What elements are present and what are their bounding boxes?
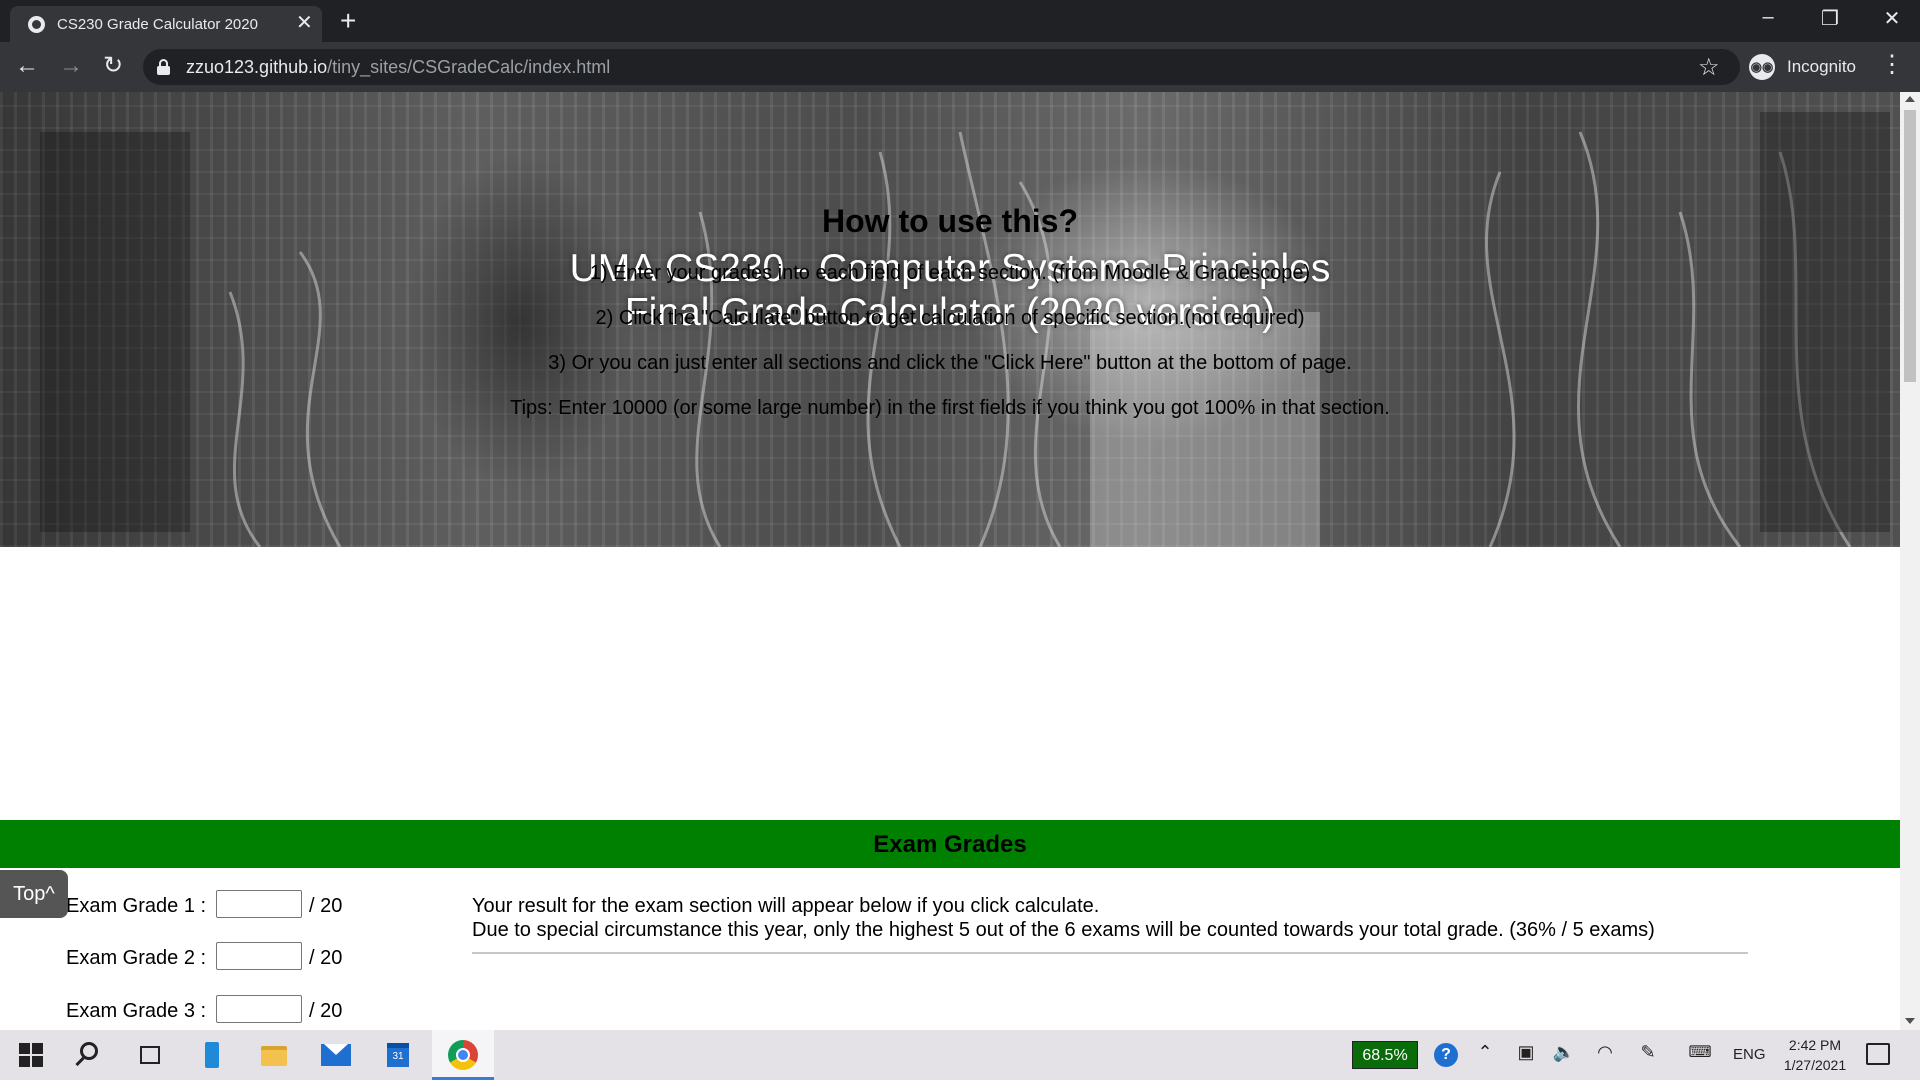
howto-step-1: 1) Enter your grades into each field of … <box>589 262 1311 284</box>
howto-tips: Tips: Enter 10000 (or some large number)… <box>510 397 1390 419</box>
taskbar-app-phone[interactable] <box>181 1030 243 1080</box>
exam-grade-3-label: Exam Grade 3 : <box>66 1000 207 1022</box>
browser-toolbar: ← → ↻ zzuo123.github.io/tiny_sites/CSGra… <box>0 42 1920 92</box>
exam-grade-1-label: Exam Grade 1 : <box>66 895 207 917</box>
folder-icon <box>261 1046 287 1066</box>
taskbar-search-button[interactable] <box>58 1030 120 1080</box>
site-favicon-icon <box>28 16 45 33</box>
bookmark-star-icon[interactable]: ☆ <box>1698 53 1720 82</box>
exam-result-text: Your result for the exam section will ap… <box>472 894 1655 942</box>
tab-title: CS230 Grade Calculator 2020 <box>57 16 258 33</box>
taskbar-clock[interactable]: 2:42 PM 1/27/2021 <box>1770 1035 1860 1075</box>
reload-icon[interactable]: ↻ <box>96 50 130 84</box>
task-view-button[interactable] <box>119 1030 181 1080</box>
scrollbar-thumb[interactable] <box>1904 110 1916 382</box>
taskbar-app-chrome[interactable] <box>432 1030 494 1080</box>
exam-grade-1-input[interactable] <box>216 890 302 918</box>
show-hidden-icons-chevron-icon[interactable]: ⌃ <box>1470 1042 1500 1063</box>
window-minimize-icon[interactable]: – <box>1753 6 1783 29</box>
incognito-label: Incognito <box>1787 57 1856 76</box>
page-viewport: UMA CS230 - Computer Systems Principles … <box>0 92 1900 1030</box>
browser-tab-active[interactable]: CS230 Grade Calculator 2020 ✕ <box>10 6 322 42</box>
windows-logo-icon <box>19 1043 43 1067</box>
browser-tab-strip: CS230 Grade Calculator 2020 ✕ + – ❐ ✕ <box>0 0 1920 42</box>
exam-result-line2: Due to special circumstance this year, o… <box>472 919 1655 941</box>
mail-icon <box>321 1044 351 1066</box>
forward-arrow-icon[interactable]: → <box>54 50 88 84</box>
exam-section-title: Exam Grades <box>873 831 1027 858</box>
scroll-up-arrow-icon[interactable] <box>1905 96 1915 102</box>
exam-grade-2-max: / 20 <box>309 947 343 969</box>
tray-app-icon[interactable]: ▣ <box>1511 1042 1541 1063</box>
start-button[interactable] <box>0 1030 62 1080</box>
window-restore-icon[interactable]: ❐ <box>1815 6 1845 31</box>
lock-icon[interactable] <box>157 59 170 75</box>
exam-grade-2-input[interactable] <box>216 942 302 970</box>
clock-time: 2:42 PM <box>1788 1037 1842 1053</box>
url-host: zzuo123.github.io <box>186 57 328 77</box>
clock-date: 1/27/2021 <box>1783 1057 1847 1073</box>
url-text[interactable]: zzuo123.github.io/tiny_sites/CSGradeCalc… <box>186 57 610 78</box>
tab-close-icon[interactable]: ✕ <box>296 13 313 33</box>
exam-section-header: Exam Grades <box>0 820 1900 868</box>
calendar-icon: 31 <box>387 1043 409 1067</box>
exam-grade-1-max: / 20 <box>309 895 343 917</box>
exam-grade-2-label: Exam Grade 2 : <box>66 947 207 969</box>
chrome-icon <box>448 1040 478 1070</box>
scroll-down-arrow-icon[interactable] <box>1905 1018 1915 1024</box>
howto-step-3: 3) Or you can just enter all sections an… <box>548 352 1352 374</box>
taskbar-app-calendar[interactable]: 31 <box>367 1030 429 1080</box>
window-close-icon[interactable]: ✕ <box>1877 6 1907 31</box>
battery-percentage[interactable]: 68.5% <box>1352 1041 1418 1069</box>
back-to-top-button[interactable]: Top^ <box>0 870 68 918</box>
address-bar[interactable]: zzuo123.github.io/tiny_sites/CSGradeCalc… <box>143 49 1740 85</box>
windows-taskbar: 31 68.5% ? ⌃ ▣ 🔈 ◠ ✎ ⌨ ENG 2:42 PM 1/27/… <box>0 1030 1920 1080</box>
help-icon[interactable]: ? <box>1434 1043 1458 1067</box>
exam-result-divider <box>472 952 1748 954</box>
taskbar-app-file-explorer[interactable] <box>243 1030 305 1080</box>
exam-result-line1: Your result for the exam section will ap… <box>472 895 1100 917</box>
url-path: /tiny_sites/CSGradeCalc/index.html <box>327 57 611 77</box>
exam-grade-3-input[interactable] <box>216 995 302 1023</box>
back-arrow-icon[interactable]: ← <box>10 50 44 84</box>
pen-workspace-icon[interactable]: ✎ <box>1633 1042 1663 1063</box>
howto-step-2: 2) Click the "Calculate" button to get c… <box>595 307 1305 329</box>
incognito-icon: ◉◉ <box>1749 54 1775 80</box>
phone-app-icon <box>205 1042 219 1068</box>
wifi-icon[interactable]: ◠ <box>1590 1042 1620 1063</box>
notification-center-icon[interactable] <box>1866 1043 1890 1065</box>
new-tab-plus-icon[interactable]: + <box>340 7 356 35</box>
task-view-icon <box>140 1046 160 1064</box>
incognito-profile-button[interactable]: ◉◉ Incognito <box>1745 49 1865 85</box>
input-language[interactable]: ENG <box>1733 1046 1766 1063</box>
exam-grade-3-max: / 20 <box>309 1000 343 1022</box>
browser-menu-icon[interactable]: ⋮ <box>1880 50 1904 79</box>
touch-keyboard-icon[interactable]: ⌨ <box>1683 1042 1717 1062</box>
taskbar-app-mail[interactable] <box>305 1030 367 1080</box>
search-icon <box>80 1042 98 1060</box>
howto-heading: How to use this? <box>822 203 1078 239</box>
page-scrollbar[interactable] <box>1900 92 1920 1030</box>
volume-icon[interactable]: 🔈 <box>1549 1042 1579 1063</box>
